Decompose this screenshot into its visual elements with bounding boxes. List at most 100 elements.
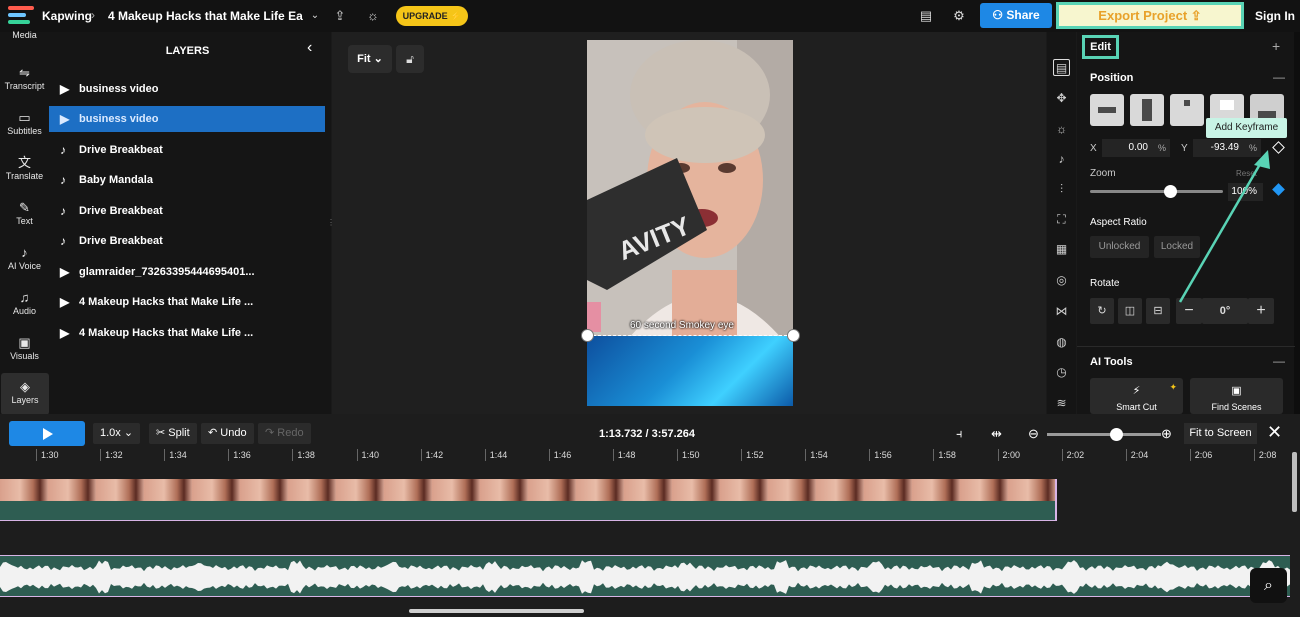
vertical-scrollbar[interactable] — [1292, 452, 1297, 512]
layer-item[interactable]: ▶ 4 Makeup Hacks that Make Life ... — [49, 320, 325, 346]
sidebar-item-transcript[interactable]: ⇋ Transcript — [0, 63, 49, 105]
panel-scrollbar[interactable] — [1294, 32, 1300, 414]
kapwing-logo[interactable] — [8, 6, 34, 26]
layers-stack-icon[interactable]: ≋ — [1053, 395, 1070, 412]
play-icon: ▶ — [60, 265, 70, 279]
layer-item[interactable]: ▶ 4 Makeup Hacks that Make Life ... — [49, 289, 325, 315]
close-icon[interactable]: ✕ — [1267, 422, 1282, 442]
fit-to-screen-button[interactable]: Fit to Screen — [1184, 423, 1257, 444]
tab-edit[interactable]: Edit — [1082, 35, 1119, 59]
flip-vertical-icon[interactable]: ⊟ — [1146, 298, 1170, 324]
export-project-button[interactable]: Export Project ⇪ — [1056, 2, 1244, 29]
split-button[interactable]: ✂ Split — [149, 423, 197, 444]
chevron-down-icon[interactable]: ⌄ — [306, 7, 324, 25]
annotation-arrow — [1178, 150, 1270, 303]
align-center-vertical-button[interactable] — [1130, 94, 1164, 126]
translate-icon: 文 — [17, 155, 31, 170]
horizontal-scrollbar[interactable] — [409, 609, 584, 613]
undo-button[interactable]: ↶ Undo — [201, 423, 254, 444]
timeline-zoom-knob[interactable] — [1110, 428, 1123, 441]
sidebar-item-subtitles[interactable]: ▭ Subtitles — [0, 108, 49, 150]
fit-width-icon[interactable]: ⇹ — [991, 425, 1002, 442]
redo-button[interactable]: ↷ Redo — [258, 423, 311, 444]
collapse-ai-tools-icon[interactable]: — — [1273, 354, 1285, 368]
layer-item[interactable]: ♪ Drive Breakbeat — [49, 198, 325, 224]
smart-cut-button[interactable]: ⚡︎ ✦ Smart Cut — [1090, 378, 1183, 414]
layer-item[interactable]: ▶ business video — [49, 76, 325, 102]
speed-dropdown[interactable]: 1.0x ⌄ — [93, 423, 141, 444]
share-label: Share — [1006, 8, 1040, 22]
plus-icon[interactable]: + — [1272, 38, 1280, 54]
audio-note-icon[interactable]: ♪ — [1053, 151, 1070, 168]
music-note-icon: ♪ — [60, 173, 66, 187]
timeline-ruler[interactable]: 1:30 1:32 1:34 1:36 1:38 1:40 1:42 1:44 1:46 1:48… — [0, 449, 1290, 463]
x-percent-unit: % — [1158, 143, 1167, 153]
sidebar-item-layers[interactable]: ◈ Layers — [1, 373, 49, 415]
resize-handle-left[interactable] — [581, 329, 594, 342]
project-title[interactable]: 4 Makeup Hacks that Make Life Ea... — [108, 9, 303, 23]
sidebar-item-audio[interactable]: ♫ Audio — [0, 288, 49, 330]
play-button[interactable] — [9, 421, 85, 446]
play-icon: ▶ — [60, 112, 70, 126]
gear-icon[interactable]: ⚙ — [950, 7, 968, 25]
unlock-icon[interactable]: 🔓︎ — [396, 45, 424, 73]
sidebar-item-media[interactable]: Media — [0, 30, 49, 50]
layer-item[interactable]: ♪ Drive Breakbeat — [49, 137, 325, 163]
upload-icon[interactable]: ⇪ — [331, 7, 349, 25]
filter-icon[interactable]: ◎ — [1053, 272, 1070, 289]
crop-icon[interactable]: ⛶ — [1053, 211, 1070, 228]
pattern-icon[interactable]: ▦ — [1053, 241, 1070, 258]
sidebar-item-ai-voice[interactable]: ♪ AI Voice — [0, 243, 49, 285]
align-center-horizontal-button[interactable] — [1090, 94, 1124, 126]
flip-horizontal-icon[interactable]: ◫ — [1118, 298, 1142, 324]
adjust-icon[interactable]: ⫶ — [1053, 181, 1070, 198]
sidebar-item-visuals[interactable]: ▣ Visuals — [0, 333, 49, 375]
layer-item-selected[interactable]: ▶ business video — [49, 106, 325, 132]
collapse-panel-icon[interactable]: ‹ — [307, 39, 312, 57]
move-icon[interactable]: ✥ — [1053, 90, 1070, 107]
timer-icon[interactable]: ◷ — [1053, 364, 1070, 381]
effects-icon[interactable]: ☼ — [1053, 121, 1070, 138]
share-button[interactable]: ⚇ Share — [980, 3, 1052, 28]
smart-cut-label: Smart Cut — [1116, 402, 1157, 412]
fit-label: Fit — [357, 53, 371, 65]
zoom-in-icon[interactable]: ⊕ — [1161, 425, 1172, 442]
layer-item[interactable]: ♪ Baby Mandala — [49, 167, 325, 193]
tool-column: ▤ ✥ ☼ ♪ ⫶ ⛶ ▦ ◎ ⋈ ◍ ◷ ≋ — [1047, 32, 1076, 414]
split-at-playhead-icon[interactable]: ⫞ — [956, 425, 963, 442]
fit-dropdown[interactable]: Fit ⌄ — [348, 45, 392, 73]
play-icon: ▶ — [60, 326, 70, 340]
audio-track-clip[interactable] — [0, 555, 1290, 597]
selection-border — [593, 335, 787, 336]
video-track-clip[interactable] — [0, 479, 1057, 521]
rotate-icon[interactable]: ↻ — [1090, 298, 1114, 324]
aspect-unlocked-button[interactable]: Unlocked — [1090, 236, 1149, 258]
sign-in-link[interactable]: Sign In — [1255, 9, 1295, 23]
sidebar-item-translate[interactable]: 文 Translate — [0, 153, 49, 195]
transcript-icon: ⇋ — [19, 65, 30, 80]
ruler-tick: 1:34 — [164, 449, 187, 461]
zoom-out-icon[interactable]: ⊖ — [1028, 425, 1039, 442]
lightbulb-icon[interactable]: ☼ — [364, 7, 382, 25]
search-icon[interactable]: ⌕ — [1250, 568, 1287, 603]
ruler-tick: 1:30 — [36, 449, 59, 461]
layer-item[interactable]: ▶ glamraider_73263395444695401... — [49, 259, 325, 285]
film-icon[interactable]: ▤ — [1053, 59, 1070, 76]
resize-handle-right[interactable] — [787, 329, 800, 342]
overlay-video-clip[interactable] — [587, 336, 793, 406]
layer-item[interactable]: ♪ Drive Breakbeat — [49, 228, 325, 254]
scenes-icon: ▣ — [1231, 385, 1242, 397]
sidebar-item-text[interactable]: ✎ Text — [0, 198, 49, 240]
find-scenes-button[interactable]: ▣ Find Scenes — [1190, 378, 1283, 414]
ruler-tick: 2:02 — [1061, 449, 1084, 461]
comment-icon[interactable]: ▤ — [917, 7, 935, 25]
timeline-zoom-track[interactable] — [1047, 433, 1161, 436]
transition-icon[interactable]: ⋈ — [1053, 303, 1070, 320]
collapse-position-icon[interactable]: — — [1273, 70, 1285, 84]
upgrade-button[interactable]: UPGRADE ⚡ — [396, 6, 468, 26]
align-corner-button[interactable] — [1170, 94, 1204, 126]
ruler-tick: 1:32 — [100, 449, 123, 461]
play-icon: ▶ — [60, 82, 70, 96]
brand-name[interactable]: Kapwing — [42, 9, 92, 23]
color-icon[interactable]: ◍ — [1053, 334, 1070, 351]
